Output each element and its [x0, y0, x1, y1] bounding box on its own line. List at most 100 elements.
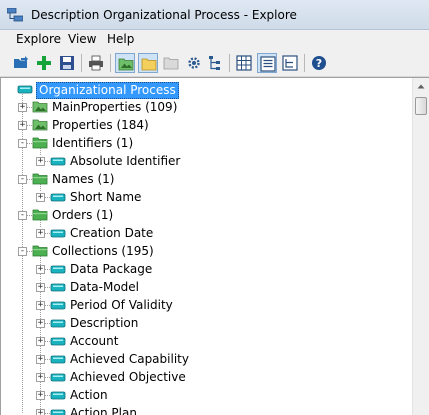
hierarchy-icon: [209, 56, 220, 70]
tree-node-label: MainProperties (109): [52, 100, 178, 114]
tree-node[interactable]: - Names (1): [1, 171, 411, 189]
toolbar: ?: [0, 49, 429, 77]
show-image-folders-button[interactable]: [115, 53, 135, 73]
collapse-toggle-icon[interactable]: -: [18, 211, 27, 220]
scroll-thumb[interactable]: [415, 97, 427, 115]
expand-toggle-icon[interactable]: +: [36, 391, 45, 400]
tree-node[interactable]: + Properties (184): [1, 117, 411, 135]
svg-text:?: ?: [316, 57, 322, 70]
grid-icon: [236, 55, 252, 71]
image-folder-icon: [32, 101, 48, 113]
green-folder-icon: [32, 245, 48, 257]
scroll-up-arrow-icon[interactable]: [413, 78, 429, 95]
print-button[interactable]: [86, 53, 106, 73]
gray-folder-button[interactable]: [161, 53, 181, 73]
expand-toggle-icon[interactable]: +: [36, 229, 45, 238]
collapse-toggle-icon[interactable]: -: [18, 175, 27, 184]
tree-node[interactable]: + Account: [1, 333, 411, 351]
entity-icon: [50, 355, 66, 364]
expand-toggle-icon[interactable]: +: [36, 193, 45, 202]
toolbar-separator: [304, 54, 305, 72]
help-button[interactable]: ?: [309, 53, 329, 73]
tree-node-label: Data-Model: [70, 280, 140, 294]
expand-toggle-icon[interactable]: +: [18, 103, 27, 112]
show-folders-button[interactable]: [138, 53, 158, 73]
expand-toggle-icon[interactable]: +: [36, 319, 45, 328]
expand-toggle-icon[interactable]: +: [18, 121, 27, 130]
entity-icon: [50, 337, 66, 346]
tree-node-label: Data Package: [70, 262, 153, 276]
collapse-toggle-icon[interactable]: -: [18, 139, 27, 148]
tree-node-label: Properties (184): [52, 118, 149, 132]
tree-node[interactable]: + Achieved Capability: [1, 351, 411, 369]
entity-icon: [50, 283, 66, 292]
tree-node[interactable]: + Creation Date: [1, 225, 411, 243]
expand-toggle-icon[interactable]: +: [36, 283, 45, 292]
green-folder-icon: [32, 137, 48, 149]
tree-view-button[interactable]: [280, 53, 300, 73]
tree-node-label: Identifiers (1): [52, 136, 134, 150]
toolbar-separator: [81, 54, 82, 72]
entity-icon: [50, 193, 66, 202]
tree-node[interactable]: + Data Package: [1, 261, 411, 279]
tree-root-label: Organizational Process: [36, 82, 179, 99]
menu-view[interactable]: View: [66, 32, 98, 46]
entity-icon: [50, 319, 66, 328]
entity-icon: [50, 391, 66, 400]
entity-icon: [50, 409, 66, 415]
expand-toggle-icon[interactable]: +: [36, 157, 45, 166]
expand-toggle-icon[interactable]: +: [36, 301, 45, 310]
image-folder-icon: [118, 58, 134, 71]
tree-node-label: Achieved Objective: [70, 370, 186, 384]
tree-node-label: Action: [70, 388, 108, 402]
list-view-button[interactable]: [257, 53, 277, 73]
menu-explore[interactable]: Explore: [14, 32, 63, 46]
tree-node-label: Account: [70, 334, 119, 348]
entity-icon: [50, 373, 66, 382]
save-button[interactable]: [57, 53, 77, 73]
image-folder-icon: [32, 119, 48, 131]
app-icon: [7, 8, 23, 22]
save-icon: [60, 56, 74, 70]
folder-gray-icon: [163, 57, 179, 70]
grid-view-button[interactable]: [234, 53, 254, 73]
entity-icon: [50, 229, 66, 238]
green-folder-icon: [32, 209, 48, 221]
expand-toggle-icon[interactable]: +: [36, 373, 45, 382]
tree-node[interactable]: + Action: [1, 387, 411, 405]
tree-node[interactable]: + Action Plan: [1, 405, 411, 415]
settings-button[interactable]: [184, 53, 204, 73]
tree-node[interactable]: + Data-Model: [1, 279, 411, 297]
tree-node[interactable]: + Description: [1, 315, 411, 333]
expand-toggle-icon[interactable]: +: [36, 337, 45, 346]
expand-toggle-icon[interactable]: +: [36, 409, 45, 415]
menu-help[interactable]: Help: [105, 32, 136, 46]
explore-window: Description Organizational Process - Exp…: [0, 0, 429, 415]
tree-node[interactable]: + Achieved Objective: [1, 369, 411, 387]
tree-node[interactable]: - Identifiers (1): [1, 135, 411, 153]
tree-node[interactable]: - Orders (1): [1, 207, 411, 225]
expand-toggle-icon[interactable]: +: [36, 265, 45, 274]
vertical-scrollbar[interactable]: [412, 78, 429, 415]
folder-icon: [141, 58, 157, 71]
add-icon: [37, 56, 51, 70]
tree-node[interactable]: + Absolute Identifier: [1, 153, 411, 171]
tree-node-label: Orders (1): [52, 208, 114, 222]
title-bar[interactable]: Description Organizational Process - Exp…: [0, 0, 429, 30]
tree-node[interactable]: + MainProperties (109): [1, 99, 411, 117]
tree-node[interactable]: + Short Name: [1, 189, 411, 207]
open-folder-button[interactable]: [11, 53, 31, 73]
hierarchy-button[interactable]: [205, 53, 225, 73]
tree-node-label: Short Name: [70, 190, 142, 204]
tree-node-label: Description: [70, 316, 139, 330]
entity-icon: [50, 265, 66, 274]
add-button[interactable]: [34, 53, 54, 73]
tree-node[interactable]: - Collections (195): [1, 243, 411, 261]
entity-icon: [17, 85, 33, 94]
toolbar-separator: [229, 54, 230, 72]
collapse-toggle-icon[interactable]: -: [18, 247, 27, 256]
entity-icon: [50, 301, 66, 310]
tree-panel[interactable]: Organizational Process + MainProperties (…: [0, 77, 429, 415]
expand-toggle-icon[interactable]: +: [36, 355, 45, 364]
tree-node[interactable]: + Period Of Validity: [1, 297, 411, 315]
